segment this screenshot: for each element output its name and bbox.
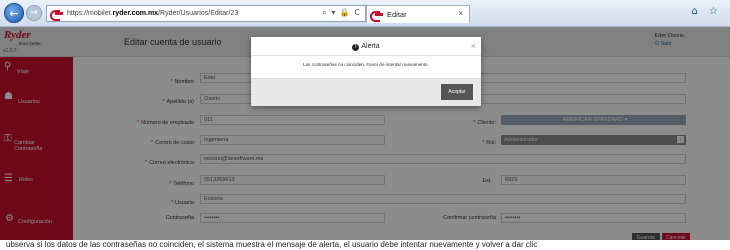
alert-message: Las contraseñas no coinciden. Favor de i…	[303, 62, 429, 67]
home-star-icons[interactable]: ⌂ ☆	[692, 6, 723, 17]
address-bar-icons[interactable]: ⌕ ▾ 🔒 C	[322, 8, 361, 18]
tab-title: Editar	[387, 10, 407, 19]
browser-toolbar: ← → https://mobilet. ryder.com.mx/Ryder/U…	[0, 0, 730, 27]
tab-close-icon[interactable]: ×	[458, 9, 463, 18]
page: ← → https://mobilet. ryder.com.mx/Ryder/U…	[0, 0, 730, 250]
url-path: /Ryder/Usuarios/Editar/23	[158, 10, 239, 17]
alert-dialog-title: ! Alerta	[251, 43, 481, 51]
forward-arrow-icon[interactable]: →	[26, 5, 42, 21]
alert-dialog-footer: Aceptar	[251, 78, 481, 106]
url-prefix: https://mobilet.	[67, 10, 113, 17]
exclamation-icon: !	[352, 44, 360, 51]
accept-button[interactable]: Aceptar	[441, 84, 473, 100]
ryder-favicon-icon	[370, 10, 384, 22]
alert-title-text: Alerta	[361, 43, 380, 50]
ryder-favicon-icon	[50, 9, 64, 21]
url-host: ryder.com.mx	[112, 10, 159, 17]
alert-dialog-header: ! Alerta ×	[251, 37, 481, 56]
browser-tab[interactable]: Editar ×	[366, 5, 470, 23]
close-icon[interactable]: ×	[471, 41, 476, 51]
back-arrow-icon[interactable]: ←	[4, 3, 24, 23]
document-text-strip: ubserva si los datos de las contraseñas …	[0, 240, 730, 250]
alert-dialog: ! Alerta × Las contraseñas no coinciden. …	[251, 37, 481, 106]
address-bar[interactable]: https://mobilet. ryder.com.mx/Ryder/Usuar…	[46, 5, 366, 22]
